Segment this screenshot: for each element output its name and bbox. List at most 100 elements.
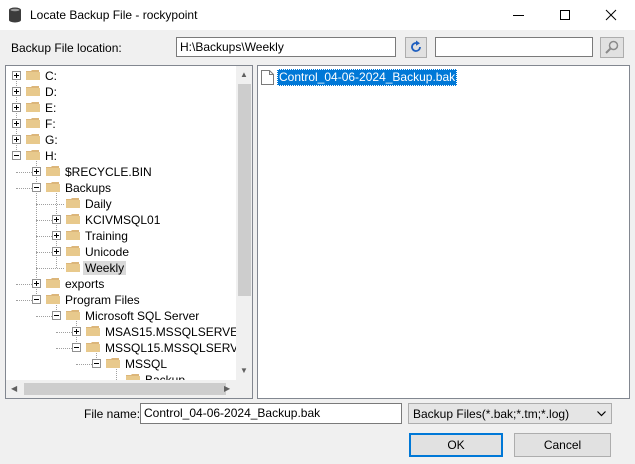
tree-node[interactable]: Microsoft SQL Server [6, 308, 236, 324]
tree-node[interactable]: F: [6, 116, 236, 132]
folder-icon [66, 230, 80, 240]
scroll-down-icon[interactable]: ▼ [240, 366, 248, 376]
collapse-icon[interactable] [12, 151, 21, 160]
file-name-input[interactable]: Control_04-06-2024_Backup.bak [140, 403, 402, 424]
collapse-icon[interactable] [52, 311, 61, 320]
folder-icon [46, 294, 60, 304]
expand-icon[interactable] [52, 231, 61, 240]
expand-icon[interactable] [12, 103, 21, 112]
refresh-button[interactable] [405, 37, 427, 58]
chevron-down-icon [597, 411, 606, 417]
tree-node-label: exports [65, 277, 105, 291]
cancel-button[interactable]: Cancel [514, 433, 611, 457]
minimize-icon [513, 15, 524, 16]
tree-node-label: Backups [65, 181, 112, 195]
tree-node[interactable]: $RECYCLE.BIN [6, 164, 236, 180]
tree-node-label: MSSQL [125, 357, 168, 371]
folder-icon [66, 246, 80, 256]
collapse-icon[interactable] [72, 343, 81, 352]
tree-node-label: C: [45, 69, 57, 83]
tree-node[interactable]: D: [6, 84, 236, 100]
tree-node[interactable]: Daily [6, 196, 236, 212]
expand-icon[interactable] [12, 87, 21, 96]
expand-icon[interactable] [32, 167, 41, 176]
close-icon [605, 9, 617, 21]
tree-node-label: Program Files [65, 293, 140, 307]
expand-icon[interactable] [12, 135, 21, 144]
file-list[interactable]: Control_04-06-2024_Backup.bak [257, 65, 630, 399]
expand-icon[interactable] [52, 215, 61, 224]
tree-node[interactable]: Training [6, 228, 236, 244]
tree-horizontal-scrollbar[interactable]: ◀ ▶ [6, 380, 236, 398]
tree-node-label: G: [45, 133, 58, 147]
tree-node-label: KCIVMSQL01 [85, 213, 161, 227]
folder-icon [26, 102, 40, 112]
folder-icon [66, 262, 80, 272]
tree-node[interactable]: Backup [6, 372, 236, 380]
ok-button[interactable]: OK [409, 433, 503, 457]
refresh-icon [411, 40, 421, 52]
tree-node-label: H: [45, 149, 57, 163]
tree-node[interactable]: MSSQL15.MSSQLSERVER [6, 340, 236, 356]
folder-icon [86, 342, 100, 352]
tree-node[interactable]: C: [6, 68, 236, 84]
expand-icon[interactable] [72, 327, 81, 336]
tree-node-label: D: [45, 85, 57, 99]
tree-vertical-scrollbar[interactable]: ▲ ▼ [236, 66, 252, 380]
folder-icon [86, 326, 100, 336]
minimize-button[interactable] [496, 0, 542, 30]
search-icon [605, 40, 619, 54]
folder-icon [26, 70, 40, 80]
backup-location-input[interactable]: H:\Backups\Weekly [176, 37, 396, 57]
filter-input[interactable] [435, 37, 593, 57]
tree-node[interactable]: KCIVMSQL01 [6, 212, 236, 228]
tree-node[interactable]: Program Files [6, 292, 236, 308]
tree-node[interactable]: E: [6, 100, 236, 116]
expand-icon[interactable] [12, 71, 21, 80]
tree-node-label: F: [45, 117, 56, 131]
tree-node-label: E: [45, 101, 57, 115]
folder-tree[interactable]: C: D: E: F: G: H: $RECYCLE.BIN Backups Daily KCIV… [5, 65, 253, 399]
folder-icon [66, 214, 80, 224]
scroll-left-icon[interactable]: ◀ [11, 384, 17, 394]
tree-node[interactable]: MSAS15.MSSQLSERVER [6, 324, 236, 340]
expand-icon[interactable] [52, 247, 61, 256]
tree-horizontal-scroll-thumb[interactable] [24, 383, 226, 395]
collapse-icon[interactable] [32, 295, 41, 304]
folder-tree-content: C: D: E: F: G: H: $RECYCLE.BIN Backups Daily KCIV… [6, 66, 236, 380]
file-type-select[interactable]: Backup Files(*.bak;*.tm;*.log) [408, 403, 612, 424]
tree-node-label: MSSQL15.MSSQLSERVER [105, 341, 236, 355]
scroll-right-icon[interactable]: ▶ [224, 384, 230, 394]
folder-icon [26, 150, 40, 160]
tree-node-label: Microsoft SQL Server [85, 309, 200, 323]
search-button[interactable] [600, 37, 624, 58]
tree-node[interactable]: Backups [6, 180, 236, 196]
folder-icon [66, 198, 80, 208]
tree-node[interactable]: G: [6, 132, 236, 148]
folder-icon [126, 374, 140, 380]
expand-icon[interactable] [12, 119, 21, 128]
collapse-icon[interactable] [32, 183, 41, 192]
scroll-up-icon[interactable]: ▲ [240, 70, 248, 80]
backup-location-label: Backup File location: [11, 41, 122, 55]
tree-vertical-scroll-thumb[interactable] [238, 84, 251, 296]
folder-icon [26, 134, 40, 144]
folder-icon [46, 278, 60, 288]
maximize-button[interactable] [542, 0, 588, 30]
folder-icon [26, 86, 40, 96]
tree-node-label: Training [85, 229, 128, 243]
tree-node[interactable]: Unicode [6, 244, 236, 260]
folder-icon [26, 118, 40, 128]
tree-node[interactable]: MSSQL [6, 356, 236, 372]
tree-node-label: Weekly [83, 261, 127, 275]
tree-node[interactable]: Weekly [6, 260, 236, 276]
tree-node[interactable]: H: [6, 148, 236, 164]
tree-node-label: $RECYCLE.BIN [65, 165, 152, 179]
tree-node[interactable]: exports [6, 276, 236, 292]
file-name-label: File name: [84, 407, 141, 421]
tree-node-label: Unicode [85, 245, 130, 259]
close-button[interactable] [588, 0, 634, 30]
collapse-icon[interactable] [92, 359, 101, 368]
expand-icon[interactable] [32, 279, 41, 288]
tree-node-label: Daily [85, 197, 112, 211]
